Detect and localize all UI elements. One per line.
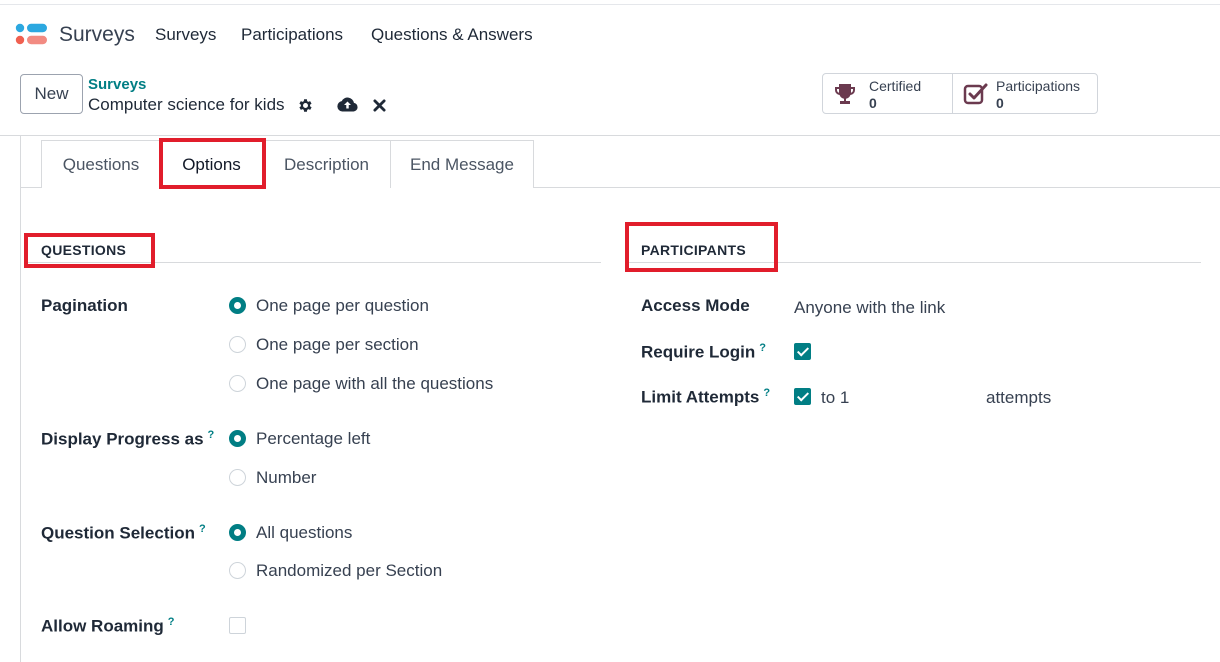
tab-description[interactable]: Description [262, 140, 391, 188]
selection-radio-all-questions[interactable] [229, 524, 246, 541]
allow-roaming-checkbox[interactable] [229, 617, 246, 634]
display-progress-label: Display Progress as? [41, 429, 215, 449]
pagination-option-label: One page with all the questions [256, 374, 494, 393]
pagination-radio-one-per-question[interactable] [229, 297, 246, 314]
main-navbar: Surveys Surveys Participations Questions… [0, 14, 1220, 58]
require-login-label: Require Login? [641, 342, 767, 362]
certified-stat-label: Certified [869, 78, 922, 94]
breadcrumb-current: Computer science for kids [88, 95, 285, 114]
access-mode-select[interactable]: Anyone with the link [794, 298, 945, 318]
participations-stat-label: Participations [996, 78, 1081, 94]
selection-option-label: All questions [256, 523, 353, 542]
tab-questions[interactable]: Questions [41, 140, 161, 188]
top-divider [0, 4, 1220, 5]
close-icon[interactable] [373, 99, 386, 112]
control-panel-divider [0, 135, 1220, 136]
new-button[interactable]: New [20, 74, 83, 114]
help-tooltip-icon[interactable]: ? [199, 523, 206, 535]
form-sheet-border [20, 136, 21, 662]
attempts-suffix: attempts [986, 388, 1052, 407]
certified-stat-value: 0 [869, 95, 877, 111]
surveys-app-logo-icon[interactable] [15, 22, 49, 48]
help-tooltip-icon[interactable]: ? [763, 387, 770, 399]
nav-item-surveys[interactable]: Surveys [155, 25, 216, 45]
trophy-icon [835, 84, 855, 104]
pagination-option-label: One page per section [256, 335, 419, 354]
progress-option-label: Percentage left [256, 429, 371, 448]
limit-attempts-checkbox[interactable] [794, 388, 811, 405]
progress-option-label: Number [256, 468, 317, 487]
nav-item-questions-answers[interactable]: Questions & Answers [371, 25, 533, 45]
participations-stat-value: 0 [996, 95, 1004, 111]
limit-attempts-label: Limit Attempts? [641, 387, 771, 407]
certified-stat-button[interactable]: Certified 0 [822, 73, 953, 114]
selection-radio-randomized[interactable] [229, 562, 246, 579]
app-name[interactable]: Surveys [59, 23, 135, 47]
participations-stat-button[interactable]: Participations 0 [952, 73, 1098, 114]
pagination-label: Pagination [41, 296, 128, 315]
nav-item-participations[interactable]: Participations [241, 25, 343, 45]
highlight-box-participants-section [625, 222, 778, 272]
pagination-radio-one-per-section[interactable] [229, 336, 246, 353]
gear-icon[interactable] [297, 97, 314, 114]
selection-option-label: Randomized per Section [256, 561, 443, 580]
cloud-upload-icon[interactable] [337, 96, 358, 113]
allow-roaming-label: Allow Roaming? [41, 616, 175, 636]
help-tooltip-icon[interactable]: ? [208, 429, 215, 441]
checklist-icon [963, 83, 988, 105]
breadcrumb-parent-link[interactable]: Surveys [88, 76, 146, 93]
question-selection-label: Question Selection? [41, 523, 206, 543]
pagination-option-label: One page per question [256, 296, 429, 315]
tab-end-message[interactable]: End Message [390, 140, 534, 188]
help-tooltip-icon[interactable]: ? [168, 616, 175, 628]
progress-radio-percentage[interactable] [229, 430, 246, 447]
require-login-checkbox[interactable] [794, 343, 811, 360]
attempts-number-input[interactable]: to 1 [821, 388, 849, 408]
highlight-box-questions-section [24, 233, 155, 268]
pagination-radio-all-questions[interactable] [229, 375, 246, 392]
progress-radio-number[interactable] [229, 469, 246, 486]
access-mode-label: Access Mode [641, 296, 750, 315]
highlight-box-options-tab [159, 138, 266, 189]
help-tooltip-icon[interactable]: ? [759, 342, 766, 354]
